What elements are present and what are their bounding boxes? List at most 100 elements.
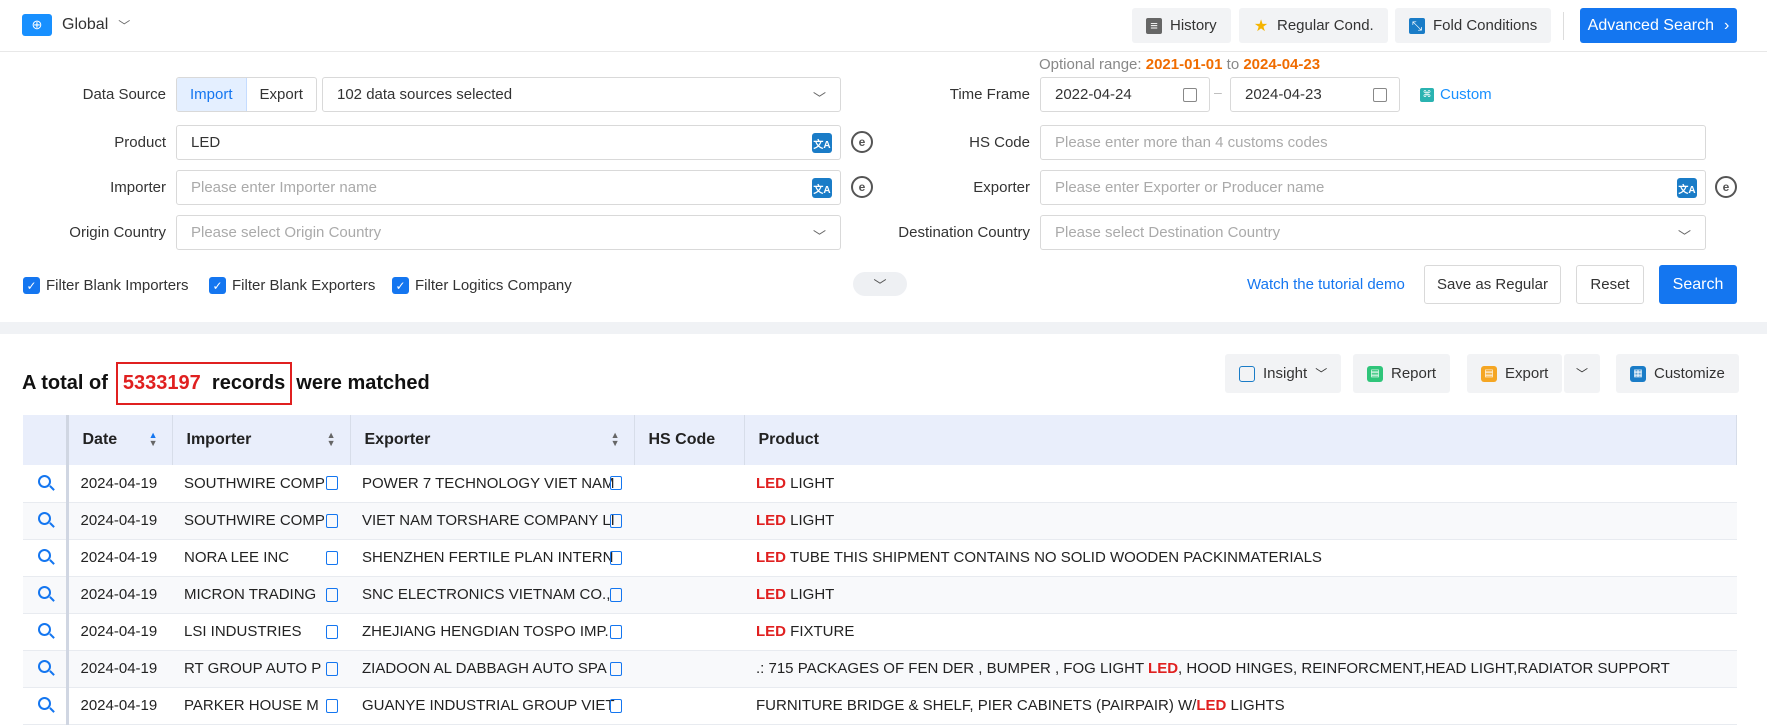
importer-name[interactable]: RT GROUP AUTO P xyxy=(184,660,321,677)
copy-icon[interactable] xyxy=(610,476,622,490)
product-input[interactable]: LED 文A xyxy=(176,125,841,160)
data-sources-select[interactable]: 102 data sources selected ﹀ xyxy=(322,77,841,112)
importer-name[interactable]: SOUTHWIRE COMP xyxy=(184,475,325,492)
advanced-search-button[interactable]: Advanced Search › xyxy=(1580,8,1737,43)
importer-name[interactable]: SOUTHWIRE COMP xyxy=(184,512,325,529)
copy-icon[interactable] xyxy=(326,476,338,490)
sort-icon[interactable]: ▲ ▼ xyxy=(149,431,158,448)
importer-cell[interactable]: SOUTHWIRE COMP xyxy=(172,465,350,503)
fold-conditions-button[interactable]: ⤡ Fold Conditions xyxy=(1395,8,1552,43)
exporter-cell[interactable]: GUANYE INDUSTRIAL GROUP VIET xyxy=(350,687,634,725)
region-selector[interactable]: ⊕ Global ﹀ xyxy=(22,14,130,36)
sort-icon[interactable]: ▲ ▼ xyxy=(327,431,336,448)
sort-icon[interactable]: ▲ ▼ xyxy=(611,431,620,448)
exporter-input[interactable]: Please enter Exporter or Producer name 文… xyxy=(1040,170,1706,205)
importer-cell[interactable]: RT GROUP AUTO P xyxy=(172,650,350,688)
exporter-cell[interactable]: SHENZHEN FERTILE PLAN INTERN xyxy=(350,539,634,577)
filter-blank-importers-checkbox[interactable]: ✓ Filter Blank Importers xyxy=(23,277,189,294)
importer-cell[interactable]: LSI INDUSTRIES xyxy=(172,613,350,651)
export-dropdown-button[interactable]: ﹀ xyxy=(1564,354,1601,393)
history-button[interactable]: ≡ History xyxy=(1132,8,1231,43)
exporter-cell[interactable]: VIET NAM TORSHARE COMPANY LI xyxy=(350,502,634,540)
search-icon[interactable] xyxy=(37,512,51,525)
date-from-input[interactable]: 2022-04-24 xyxy=(1040,77,1210,112)
date-to-input[interactable]: 2024-04-23 xyxy=(1230,77,1400,112)
search-icon[interactable] xyxy=(37,660,51,673)
copy-icon[interactable] xyxy=(610,624,622,639)
exporter-name[interactable]: POWER 7 TECHNOLOGY VIET NAM xyxy=(362,475,615,492)
export-button[interactable]: ▤ Export xyxy=(1467,354,1563,393)
exporter-name[interactable]: ZHEJIANG HENGDIAN TOSPO IMP. xyxy=(362,623,609,640)
importer-name[interactable]: MICRON TRADING xyxy=(184,586,316,603)
copy-icon[interactable] xyxy=(610,587,622,602)
search-button[interactable]: Search xyxy=(1659,265,1737,304)
exporter-name[interactable]: VIET NAM TORSHARE COMPANY LI xyxy=(362,512,615,529)
translate-icon[interactable]: 文A xyxy=(812,133,832,153)
importer-name[interactable]: LSI INDUSTRIES xyxy=(184,623,302,640)
exporter-name[interactable]: SNC ELECTRONICS VIETNAM CO., xyxy=(362,586,610,603)
export-tab[interactable]: Export xyxy=(247,78,316,111)
copy-icon[interactable] xyxy=(326,587,338,602)
related-search-icon[interactable]: e xyxy=(1715,176,1737,198)
exporter-name[interactable]: SHENZHEN FERTILE PLAN INTERN xyxy=(362,549,613,566)
copy-icon[interactable] xyxy=(610,661,622,676)
watch-tutorial-link[interactable]: Watch the tutorial demo xyxy=(1247,276,1405,293)
custom-date-button[interactable]: ⌘ Custom xyxy=(1420,86,1492,103)
copy-icon[interactable] xyxy=(610,513,622,528)
table-row[interactable]: 2024-04-19 SOUTHWIRE COMP POWER 7 TECHNOLO… xyxy=(23,465,1737,503)
exporter-name[interactable]: GUANYE INDUSTRIAL GROUP VIET xyxy=(362,697,615,714)
table-row[interactable]: 2024-04-19 PARKER HOUSE M GUANYE INDUSTRIA… xyxy=(23,687,1737,725)
hs-code-input[interactable]: Please enter more than 4 customs codes xyxy=(1040,125,1706,160)
importer-cell[interactable]: MICRON TRADING xyxy=(172,576,350,614)
importer-cell[interactable]: SOUTHWIRE COMP xyxy=(172,502,350,540)
destination-country-select[interactable]: Please select Destination Country ﹀ xyxy=(1040,215,1706,250)
table-row[interactable]: 2024-04-19 LSI INDUSTRIES ZHEJIANG HENGDIA… xyxy=(23,613,1737,651)
report-button[interactable]: ▤ Report xyxy=(1353,354,1451,393)
import-tab[interactable]: Import xyxy=(177,78,247,111)
importer-name[interactable]: PARKER HOUSE M xyxy=(184,697,319,714)
copy-icon[interactable] xyxy=(326,513,338,528)
importer-cell[interactable]: PARKER HOUSE M xyxy=(172,687,350,725)
origin-country-label: Origin Country xyxy=(69,224,166,241)
date-column-header[interactable]: Date ▲ ▼ xyxy=(67,415,173,465)
reset-button[interactable]: Reset xyxy=(1576,265,1644,304)
exporter-cell[interactable]: ZHEJIANG HENGDIAN TOSPO IMP. xyxy=(350,613,634,651)
insight-button[interactable]: Insight ﹀ xyxy=(1225,354,1342,393)
search-icon[interactable] xyxy=(37,474,51,488)
importer-cell[interactable]: NORA LEE INC xyxy=(172,539,350,577)
filter-logistics-checkbox[interactable]: ✓ Filter Logitics Company xyxy=(392,277,572,294)
hs-code-cell xyxy=(634,502,744,540)
exporter-column-header[interactable]: Exporter ▲ ▼ xyxy=(350,415,635,465)
save-as-regular-button[interactable]: Save as Regular xyxy=(1424,265,1561,304)
expand-conditions-button[interactable]: ﹀ xyxy=(853,272,907,296)
checkbox-checked-icon: ✓ xyxy=(209,277,226,294)
search-icon[interactable] xyxy=(37,549,51,562)
copy-icon[interactable] xyxy=(326,661,338,676)
exporter-cell[interactable]: POWER 7 TECHNOLOGY VIET NAM xyxy=(350,465,634,503)
copy-icon[interactable] xyxy=(610,550,622,565)
copy-icon[interactable] xyxy=(326,624,338,639)
importer-column-header[interactable]: Importer ▲ ▼ xyxy=(172,415,351,465)
translate-icon[interactable]: 文A xyxy=(812,178,832,198)
exporter-name[interactable]: ZIADOON AL DABBAGH AUTO SPA xyxy=(362,660,607,677)
exporter-cell[interactable]: SNC ELECTRONICS VIETNAM CO., xyxy=(350,576,634,614)
importer-input[interactable]: Please enter Importer name 文A xyxy=(176,170,841,205)
table-row[interactable]: 2024-04-19 SOUTHWIRE COMP VIET NAM TORSHAR… xyxy=(23,502,1737,540)
regular-cond-button[interactable]: ★ Regular Cond. xyxy=(1239,8,1388,43)
translate-icon[interactable]: 文A xyxy=(1677,178,1697,198)
filter-blank-exporters-checkbox[interactable]: ✓ Filter Blank Exporters xyxy=(209,277,375,294)
importer-label: Importer xyxy=(110,179,166,196)
table-row[interactable]: 2024-04-19 NORA LEE INC SHENZHEN FERTILE P… xyxy=(23,539,1737,577)
search-icon[interactable] xyxy=(37,623,51,636)
origin-country-select[interactable]: Please select Origin Country ﹀ xyxy=(176,215,841,250)
search-icon[interactable] xyxy=(37,586,51,599)
search-icon[interactable] xyxy=(37,697,51,710)
customize-button[interactable]: ▦ Customize xyxy=(1616,354,1739,393)
table-row[interactable]: 2024-04-19 RT GROUP AUTO P ZIADOON AL DABB… xyxy=(23,650,1737,688)
copy-icon[interactable] xyxy=(326,550,338,565)
exporter-cell[interactable]: ZIADOON AL DABBAGH AUTO SPA xyxy=(350,650,634,688)
table-row[interactable]: 2024-04-19 MICRON TRADING SNC ELECTRONICS … xyxy=(23,576,1737,614)
importer-name[interactable]: NORA LEE INC xyxy=(184,549,289,566)
copy-icon[interactable] xyxy=(326,698,338,713)
copy-icon[interactable] xyxy=(610,698,622,713)
